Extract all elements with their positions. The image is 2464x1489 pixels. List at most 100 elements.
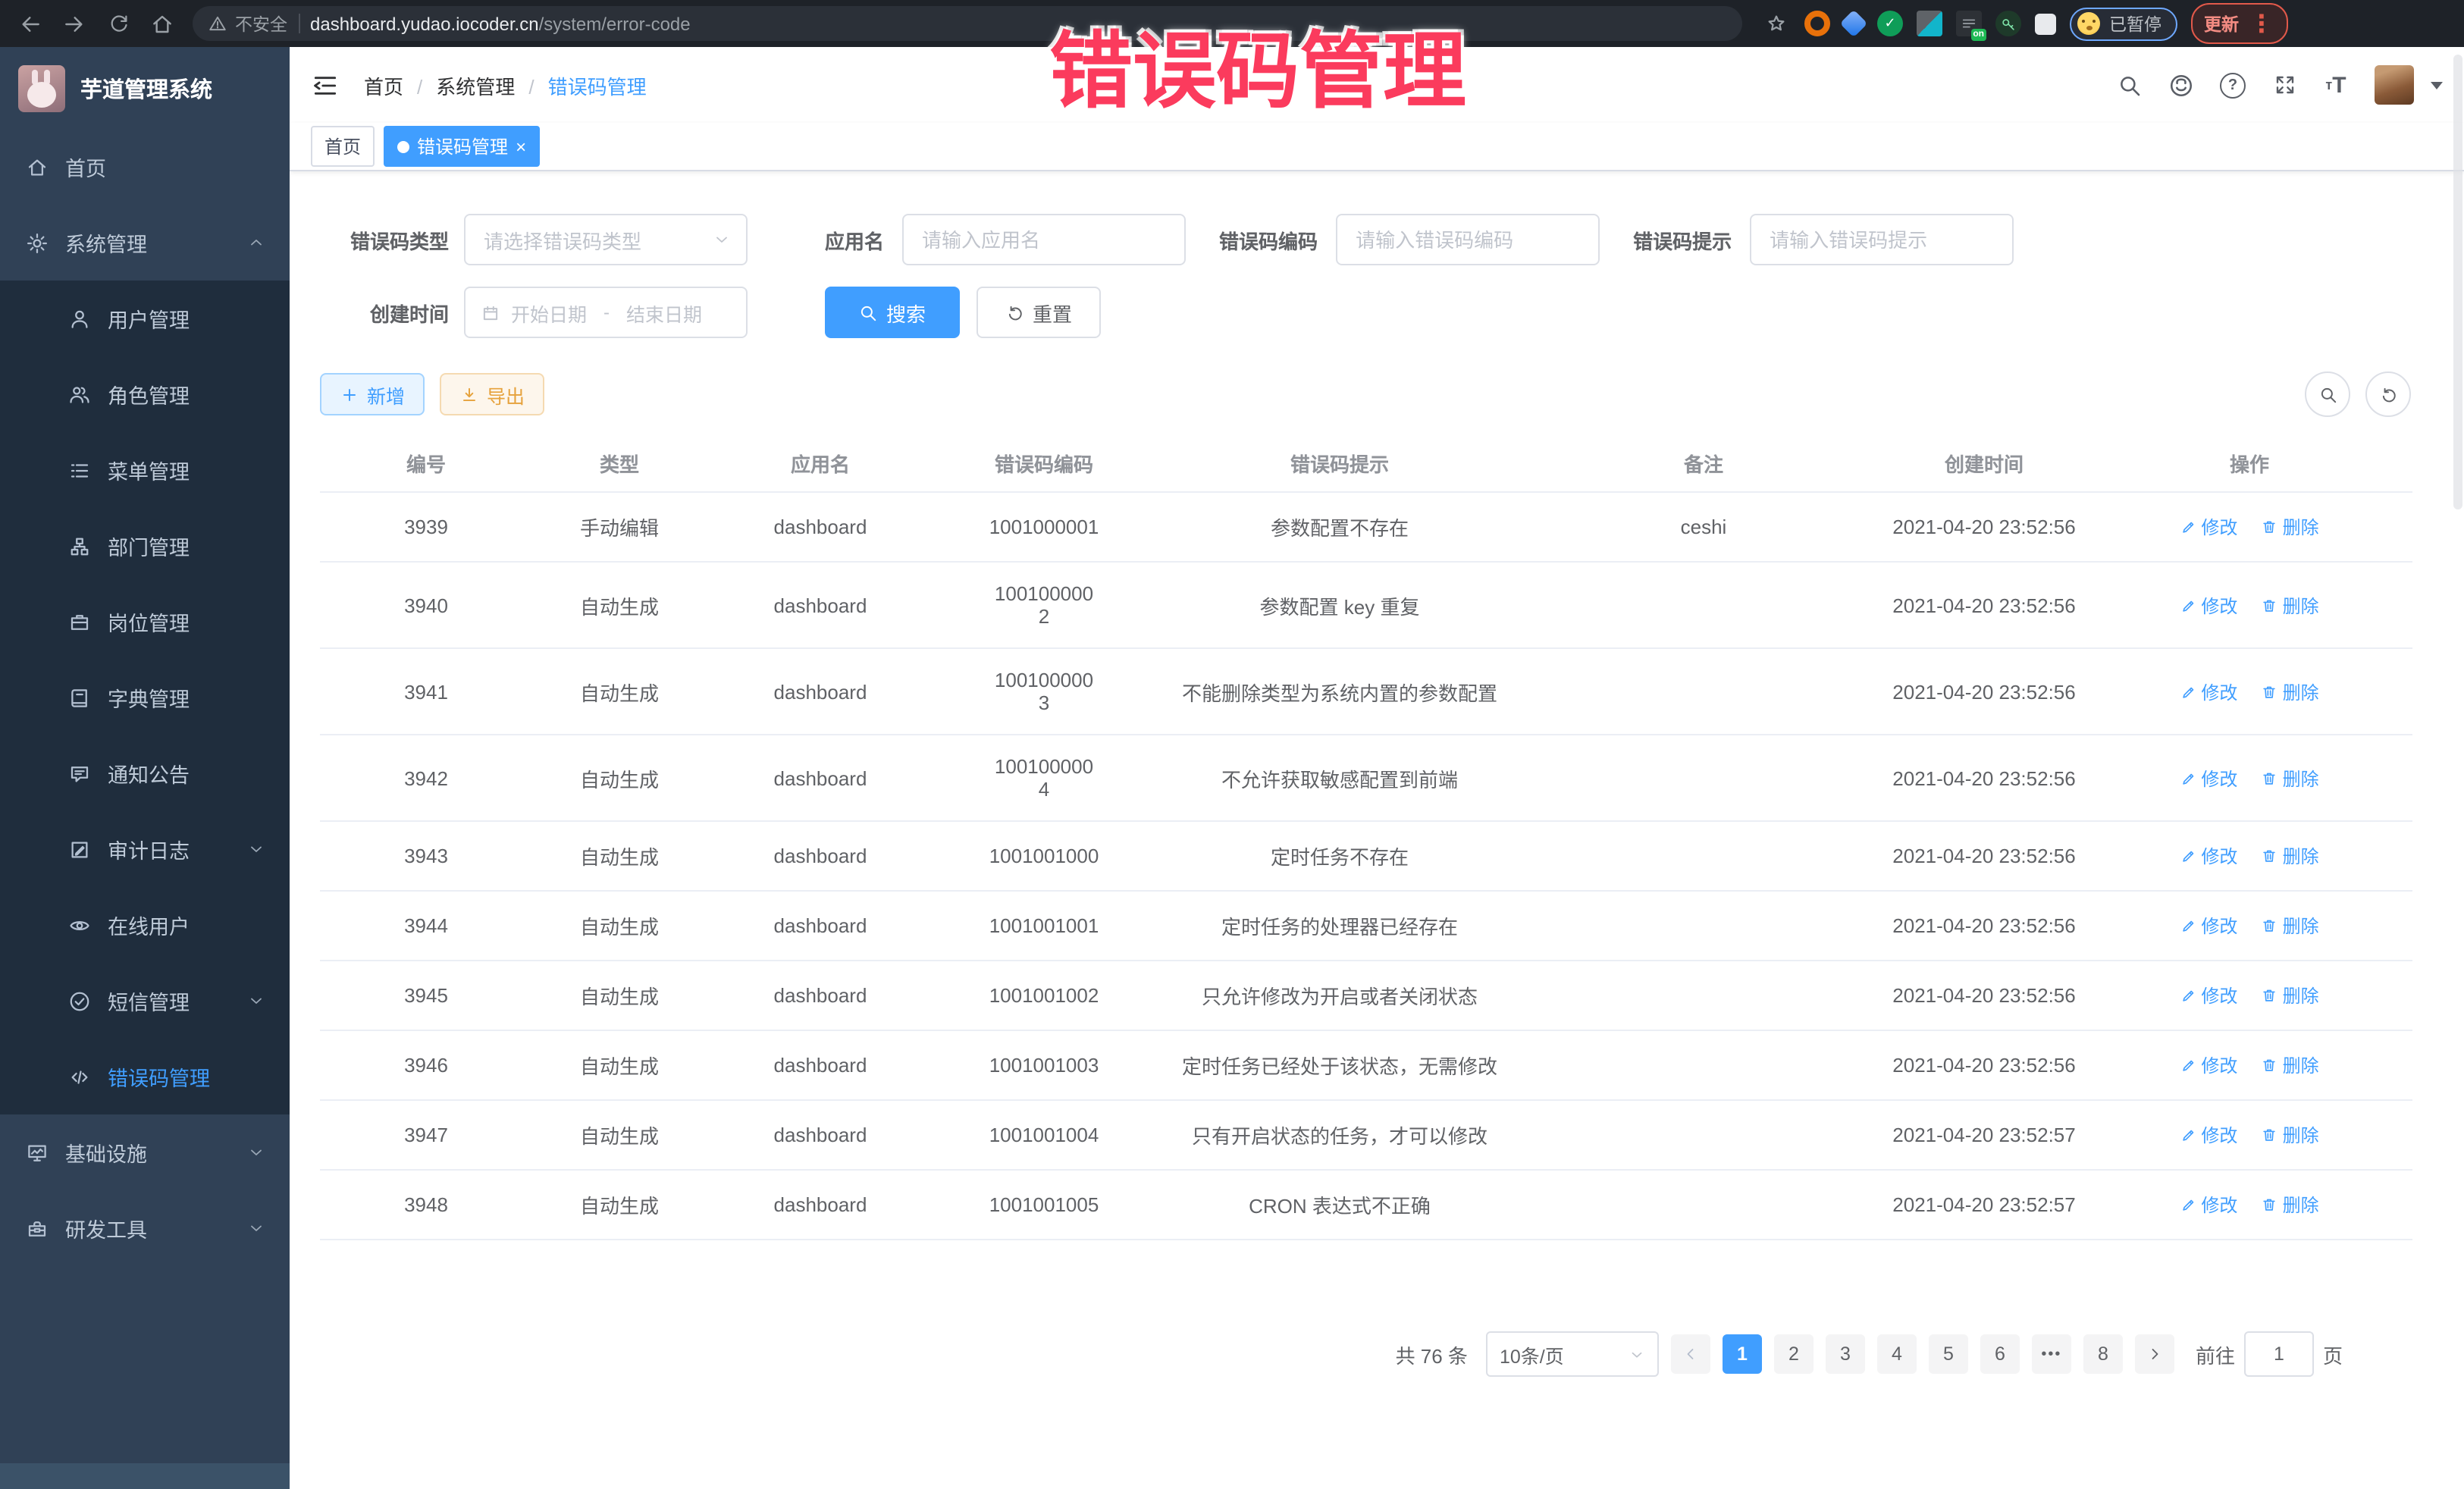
edit-link[interactable]: 修改: [2180, 843, 2237, 869]
sidebar-item[interactable]: 用户管理: [0, 281, 290, 356]
app-logo[interactable]: 芋道管理系统: [0, 47, 290, 129]
breadcrumb-item[interactable]: 错误码管理: [548, 71, 647, 99]
user-avatar[interactable]: [2375, 65, 2414, 105]
delete-link[interactable]: 删除: [2262, 843, 2319, 869]
browser-menu-icon[interactable]: ⋮: [2249, 8, 2274, 39]
sidebar-item[interactable]: 岗位管理: [0, 584, 290, 660]
github-icon[interactable]: [2168, 72, 2194, 98]
page-button[interactable]: 3: [1826, 1334, 1865, 1374]
browser-home-icon[interactable]: [147, 8, 177, 39]
extension-icon[interactable]: [1995, 11, 2021, 36]
cell-message: 定时任务已经处于该状态，无需修改: [1154, 1030, 1525, 1100]
cell-remark: [1525, 961, 1882, 1030]
sidebar-item[interactable]: 研发工具: [0, 1190, 290, 1266]
extensions-menu-icon[interactable]: [2035, 13, 2056, 34]
sidebar-item[interactable]: 通知公告: [0, 735, 290, 811]
address-bar[interactable]: 不安全 dashboard.yudao.iocoder.cn/system/er…: [193, 6, 1742, 41]
role-icon: [68, 383, 91, 406]
sidebar-item[interactable]: 菜单管理: [0, 432, 290, 508]
help-icon[interactable]: ?: [2220, 72, 2246, 98]
sidebar-item[interactable]: 错误码管理: [0, 1039, 290, 1114]
delete-link[interactable]: 删除: [2262, 1122, 2319, 1148]
error-code-input[interactable]: [1337, 228, 1598, 251]
page-button[interactable]: 5: [1929, 1334, 1968, 1374]
sidebar-item[interactable]: 系统管理: [0, 205, 290, 281]
delete-link[interactable]: 删除: [2262, 514, 2319, 540]
delete-link[interactable]: 删除: [2262, 983, 2319, 1008]
browser-reload-icon[interactable]: [103, 8, 133, 39]
sidebar-item[interactable]: 审计日志: [0, 811, 290, 887]
page-size-select[interactable]: 10条/页: [1486, 1331, 1659, 1377]
page-button[interactable]: 1: [1723, 1334, 1762, 1374]
page-button[interactable]: 2: [1774, 1334, 1814, 1374]
edit-link[interactable]: 修改: [2180, 514, 2237, 540]
page-button[interactable]: •••: [2032, 1334, 2071, 1374]
app-name-input[interactable]: [904, 228, 1184, 251]
sidebar-item[interactable]: 短信管理: [0, 963, 290, 1039]
tag[interactable]: 首页: [311, 126, 375, 167]
chevron-down-icon[interactable]: [2431, 81, 2443, 89]
delete-link[interactable]: 删除: [2262, 679, 2319, 704]
fullscreen-icon[interactable]: [2271, 72, 2297, 98]
delete-link[interactable]: 删除: [2262, 765, 2319, 791]
delete-link[interactable]: 删除: [2262, 592, 2319, 618]
security-warning[interactable]: 不安全: [208, 11, 287, 36]
app-name-field[interactable]: [902, 214, 1186, 265]
extension-icon[interactable]: [1840, 10, 1868, 38]
page-scrollbar[interactable]: [2453, 55, 2462, 509]
prev-page-button[interactable]: [1671, 1334, 1710, 1374]
date-range-picker[interactable]: 开始日期 - 结束日期: [464, 287, 748, 338]
error-type-select[interactable]: 请选择错误码类型: [464, 214, 748, 265]
page-button[interactable]: 6: [1980, 1334, 2020, 1374]
column-header: 操作: [2086, 435, 2412, 492]
extension-icon[interactable]: on: [1956, 11, 1982, 36]
search-button[interactable]: 搜索: [825, 287, 960, 338]
profile-paused-badge[interactable]: 已暂停: [2070, 7, 2177, 40]
error-msg-field[interactable]: [1750, 214, 2014, 265]
delete-link[interactable]: 删除: [2262, 1192, 2319, 1218]
breadcrumb-item[interactable]: 系统管理: [436, 71, 534, 99]
sidebar-item[interactable]: 角色管理: [0, 356, 290, 432]
export-button[interactable]: 导出: [440, 373, 544, 415]
edit-icon: [2180, 1127, 2196, 1143]
refresh-table-button[interactable]: [2365, 371, 2411, 417]
sidebar-item[interactable]: 部门管理: [0, 508, 290, 584]
edit-link[interactable]: 修改: [2180, 765, 2237, 791]
page-button[interactable]: 4: [1877, 1334, 1917, 1374]
sidebar-item[interactable]: 字典管理: [0, 660, 290, 735]
edit-link[interactable]: 修改: [2180, 1122, 2237, 1148]
delete-link[interactable]: 删除: [2262, 1052, 2319, 1078]
next-page-button[interactable]: [2135, 1334, 2174, 1374]
close-icon[interactable]: [516, 137, 526, 155]
extension-icon[interactable]: [1917, 11, 1942, 36]
delete-link[interactable]: 删除: [2262, 913, 2319, 939]
bookmark-star-icon[interactable]: [1760, 8, 1791, 39]
edit-link[interactable]: 修改: [2180, 679, 2237, 704]
breadcrumb-item[interactable]: 首页: [364, 71, 422, 99]
browser-forward-icon[interactable]: [59, 8, 89, 39]
jump-page-input[interactable]: [2244, 1331, 2314, 1377]
sidebar-item[interactable]: 首页: [0, 129, 290, 205]
search-icon[interactable]: [2117, 72, 2143, 98]
page-button[interactable]: 8: [2083, 1334, 2123, 1374]
toggle-search-button[interactable]: [2305, 371, 2350, 417]
reset-button[interactable]: 重置: [977, 287, 1101, 338]
edit-link[interactable]: 修改: [2180, 983, 2237, 1008]
browser-back-icon[interactable]: [15, 8, 45, 39]
sidebar-fold-icon[interactable]: [311, 71, 340, 99]
sidebar-item[interactable]: 基础设施: [0, 1114, 290, 1190]
error-code-field[interactable]: [1336, 214, 1600, 265]
edit-link[interactable]: 修改: [2180, 913, 2237, 939]
add-button[interactable]: 新增: [320, 373, 425, 415]
extension-icon[interactable]: [1804, 11, 1830, 36]
edit-link[interactable]: 修改: [2180, 1052, 2237, 1078]
edit-link[interactable]: 修改: [2180, 1192, 2237, 1218]
extension-icon[interactable]: ✓: [1877, 11, 1903, 36]
sidebar-item[interactable]: 在线用户: [0, 887, 290, 963]
font-size-icon[interactable]: тT: [2323, 72, 2349, 98]
browser-update-button[interactable]: 更新 ⋮: [2190, 3, 2287, 44]
sidebar-scrollbar[interactable]: [0, 1463, 290, 1489]
tag[interactable]: 错误码管理: [384, 126, 540, 167]
edit-link[interactable]: 修改: [2180, 592, 2237, 618]
error-msg-input[interactable]: [1751, 228, 2012, 251]
